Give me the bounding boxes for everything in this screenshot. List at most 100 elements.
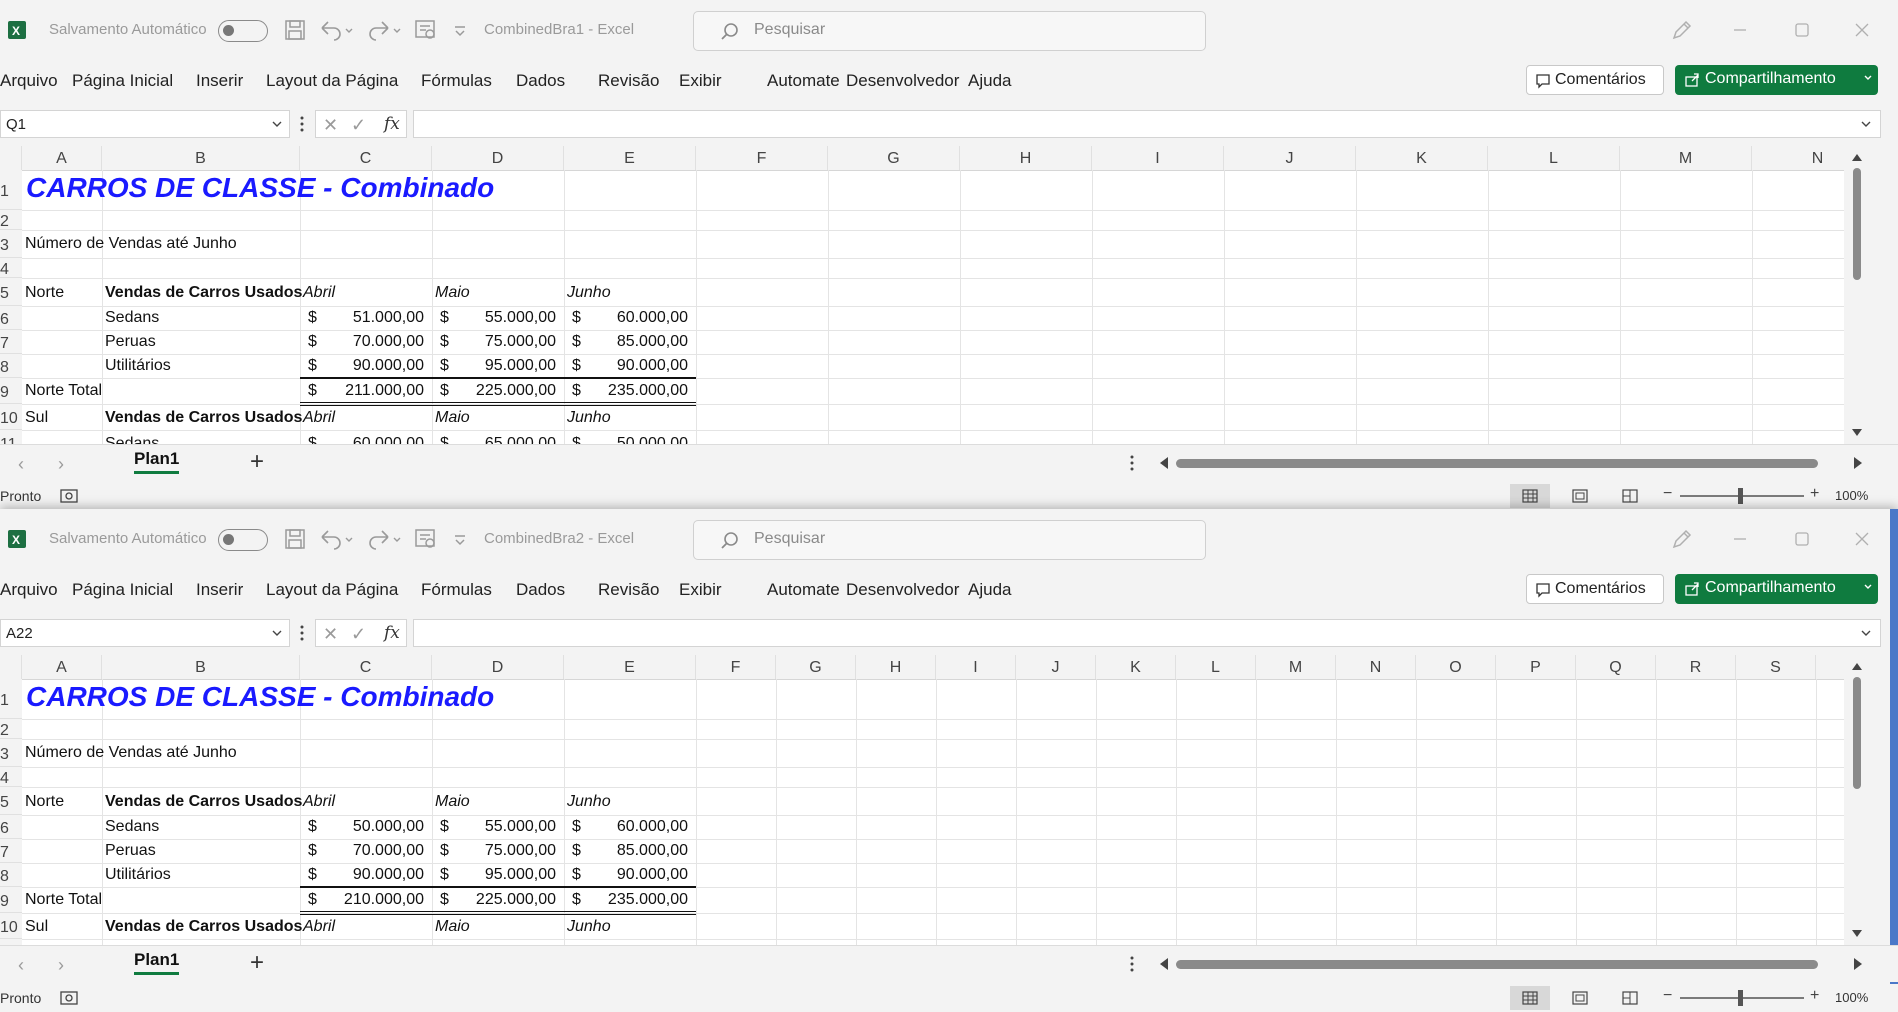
zoom-out-icon[interactable]: − [1663,987,1672,1005]
menu-item[interactable]: Revisão [598,580,659,600]
column-header[interactable]: F [696,655,776,679]
column-header[interactable]: D [432,146,564,170]
menu-item[interactable]: Layout da Página [266,580,398,600]
more-options-icon[interactable] [1130,956,1134,972]
row-header[interactable]: 2 [0,210,22,230]
scroll-down-icon[interactable] [1851,428,1863,438]
column-header[interactable]: L [1488,146,1620,170]
row-header[interactable]: 2 [0,719,22,739]
total-label-cell[interactable]: Norte Total [25,891,102,909]
menu-item[interactable]: Dados [516,71,565,91]
enter-icon[interactable]: ✓ [351,624,366,645]
zoom-in-icon[interactable]: + [1810,987,1819,1005]
redo-icon[interactable] [366,527,406,551]
enter-icon[interactable]: ✓ [351,115,366,136]
menu-item[interactable]: Layout da Página [266,71,398,91]
row-header[interactable]: 11 [0,430,22,444]
region-cell[interactable]: Sul [25,918,48,936]
add-sheet-icon[interactable]: + [250,448,264,476]
column-header[interactable]: C [300,146,432,170]
row-header[interactable]: 6 [0,306,22,330]
scroll-left-icon[interactable] [1158,957,1170,971]
save-icon[interactable] [284,527,306,551]
section-header-cell[interactable]: Vendas de Carros Usados [105,284,302,302]
month-header-cell[interactable]: Abril [303,409,335,427]
redo-icon[interactable] [366,18,406,42]
row-header[interactable]: 7 [0,839,22,863]
section-header-cell[interactable]: Vendas de Carros Usados [105,793,302,811]
maximize-icon[interactable] [1790,527,1814,551]
column-header[interactable]: Q [1576,655,1656,679]
vertical-scroll-thumb[interactable] [1853,168,1861,280]
sheet-title[interactable]: CARROS DE CLASSE - Combinado [26,681,494,713]
menu-item[interactable]: Revisão [598,71,659,91]
category-cell[interactable]: Peruas [105,842,156,860]
comments-button[interactable]: Comentários [1526,574,1664,604]
scroll-tabs-right-icon[interactable]: › [58,454,64,475]
row-header[interactable]: 10 [0,913,22,939]
undo-icon[interactable] [318,527,358,551]
month-header-cell[interactable]: Maio [435,793,470,811]
column-header[interactable]: H [856,655,936,679]
close-icon[interactable] [1850,18,1874,42]
column-header[interactable]: C [300,655,432,679]
minimize-icon[interactable] [1728,527,1752,551]
minimize-icon[interactable] [1728,18,1752,42]
vertical-scrollbar[interactable] [1844,146,1871,444]
select-all-corner[interactable] [0,655,22,679]
page-break-button[interactable] [1610,986,1650,1010]
row-header[interactable]: 8 [0,863,22,887]
scroll-tabs-left-icon[interactable]: ‹ [18,955,24,976]
customize-qat-icon[interactable] [452,18,468,42]
menu-item[interactable]: Fórmulas [421,580,492,600]
category-cell[interactable]: Sedans [105,309,159,327]
chevron-down-icon[interactable] [271,120,283,130]
expand-formula-bar-icon[interactable] [1860,120,1872,130]
column-header[interactable]: D [432,655,564,679]
column-header[interactable]: B [102,655,300,679]
insert-function-icon[interactable]: fx [384,623,400,643]
menu-item[interactable]: Desenvolvedor [846,71,959,91]
column-header[interactable]: E [564,146,696,170]
month-header-cell[interactable]: Junho [567,284,611,302]
row-header[interactable]: 7 [0,330,22,354]
scroll-tabs-right-icon[interactable]: › [58,955,64,976]
name-box[interactable]: Q1 [0,110,290,138]
row-header[interactable]: 9 [0,887,22,913]
worksheet-grid[interactable]: ABCDEFGHIJKLMNOPQR1234567891011CARROS DE… [0,146,1871,444]
column-header[interactable]: S [1736,655,1816,679]
section-header-cell[interactable]: Vendas de Carros Usados [105,918,302,936]
subtitle-cell[interactable]: Número de Vendas até Junho [25,235,237,253]
horizontal-scrollbar[interactable] [1176,960,1818,969]
month-header-cell[interactable]: Junho [567,793,611,811]
menu-item[interactable]: Automate [767,580,840,600]
close-icon[interactable] [1850,527,1874,551]
row-header[interactable]: 3 [0,230,22,258]
share-button[interactable]: Compartilhamento [1675,65,1878,95]
column-header[interactable]: L [1176,655,1256,679]
month-header-cell[interactable]: Junho [567,409,611,427]
zoom-out-icon[interactable]: − [1663,485,1672,503]
more-options-icon[interactable] [1130,455,1134,471]
column-header[interactable]: K [1356,146,1488,170]
formula-input[interactable] [413,619,1881,647]
row-header[interactable]: 9 [0,378,22,404]
cancel-icon[interactable]: ✕ [323,624,338,645]
category-cell[interactable]: Sedans [105,818,159,836]
scroll-down-icon[interactable] [1851,929,1863,939]
chevron-down-icon[interactable] [1863,73,1873,83]
normal-view-button[interactable] [1510,484,1550,508]
column-header[interactable]: A [22,655,102,679]
pen-icon[interactable] [1670,527,1694,551]
menu-item[interactable]: Ajuda [968,580,1011,600]
autosave-toggle[interactable] [218,529,268,551]
expand-formula-bar-icon[interactable] [1860,629,1872,639]
region-cell[interactable]: Norte [25,284,64,302]
menu-item[interactable]: Exibir [679,580,722,600]
menu-item[interactable]: Fórmulas [421,71,492,91]
row-header[interactable]: 5 [0,787,22,815]
pen-icon[interactable] [1670,18,1694,42]
accessibility-icon[interactable] [60,488,78,504]
row-header[interactable]: 6 [0,815,22,839]
chevron-down-icon[interactable] [1863,582,1873,592]
